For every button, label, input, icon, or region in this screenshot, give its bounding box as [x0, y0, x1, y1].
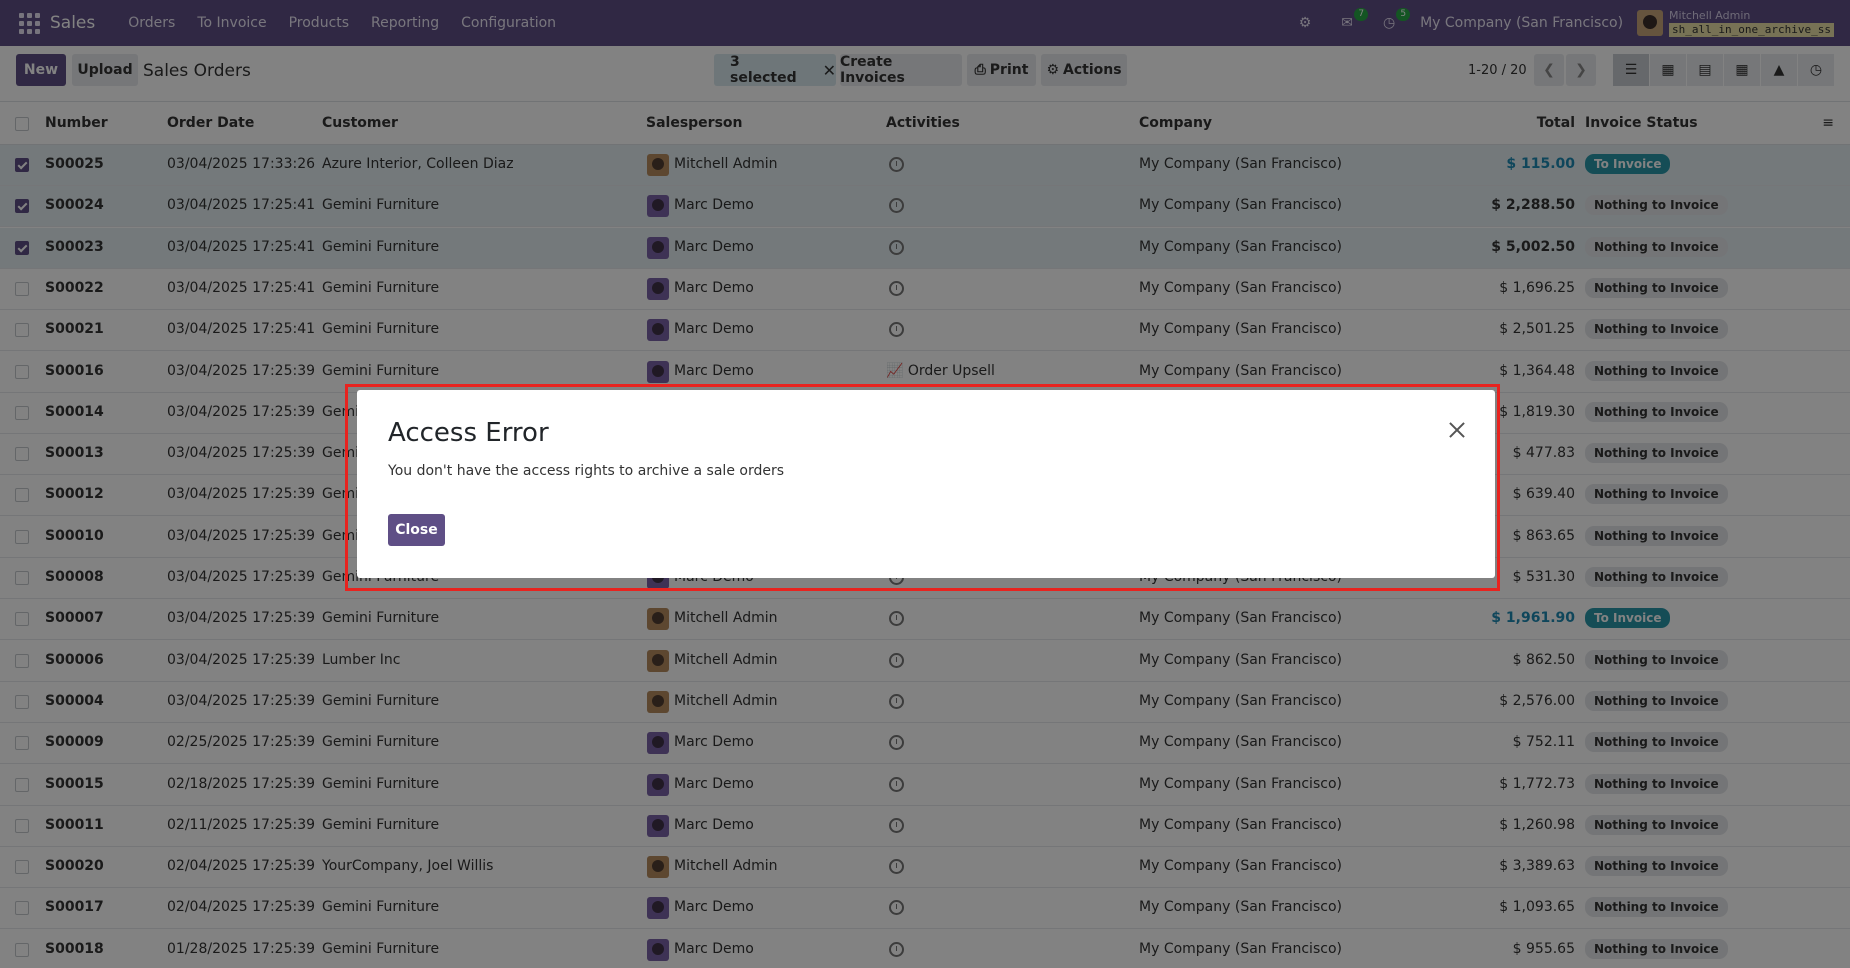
access-error-dialog: Access Error You don't have the access r…: [357, 390, 1495, 578]
dialog-title: Access Error: [388, 418, 549, 448]
dialog-message: You don't have the access rights to arch…: [388, 463, 785, 479]
dialog-close-button[interactable]: Close: [388, 514, 445, 546]
dialog-close-icon[interactable]: [1449, 422, 1465, 438]
